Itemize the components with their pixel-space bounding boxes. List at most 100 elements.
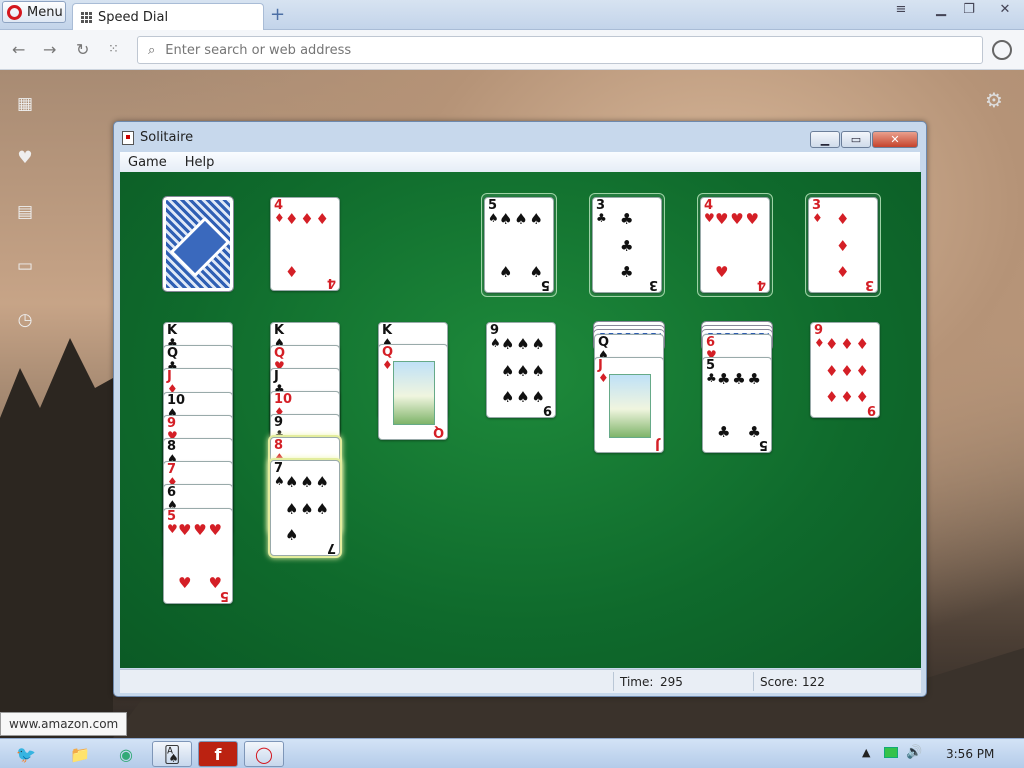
menu-help[interactable]: Help [185, 155, 215, 170]
account-icon[interactable] [992, 40, 1012, 60]
tab-menu-icon[interactable]: ≡ [890, 2, 912, 20]
tab-speed-dial[interactable]: Speed Dial [72, 3, 264, 30]
gear-icon[interactable]: ⚙ [985, 88, 1003, 112]
tableau-card[interactable]: J ♦ J [594, 357, 664, 453]
taskbar: 🐦 📁 ◉ 🂡 f ◯ ▲ 🔊 3:56 PM [0, 738, 1024, 768]
solitaire-minimize-button[interactable]: ▁ [810, 131, 840, 148]
foundation-card[interactable]: 3 ♣ ♣ ♣ ♣ 3 [592, 197, 662, 293]
card-pips: ♦ ♦ ♦ ♦ [285, 210, 329, 281]
card-suit: ♠ [488, 211, 499, 225]
solitaire-maximize-button[interactable]: ▭ [841, 131, 871, 148]
browser-tab-bar: Menu Speed Dial + ≡ ▁ ❐ ✕ [0, 0, 1024, 30]
score-value: 122 [802, 675, 825, 689]
card-rank-bottom: 3 [864, 277, 874, 292]
tray-volume-icon[interactable]: 🔊 [906, 745, 922, 760]
taskbar-solitaire-icon[interactable]: 🂡 [152, 741, 192, 767]
browser-window-controls: ≡ ▁ ❐ ✕ [890, 2, 1016, 20]
sidebar-news-icon[interactable]: ▤ [14, 202, 36, 224]
waste-pile-card[interactable]: 4 ♦ ♦ ♦ ♦ ♦ 4 [270, 197, 340, 291]
tableau-card[interactable]: 7 ♠ ♠ ♠ ♠ ♠ ♠ ♠ ♠ 7 [270, 460, 340, 556]
sidebar-devices-icon[interactable]: ▭ [14, 256, 36, 278]
solitaire-window: Solitaire ▁ ▭ ✕ Game Help 4 ♦ ♦ ♦ ♦ ♦ 4 5 ♠ ♠ ♠ ♠ ♠ ♠… [113, 121, 927, 697]
card-pips: ♠ ♠ ♠ ♠ ♠ ♠ ♠ [285, 473, 329, 544]
tableau-card[interactable]: 9 ♦ ♦ ♦ ♦ ♦ ♦ ♦ ♦ ♦ ♦ 9 [810, 322, 880, 418]
stock-pile[interactable] [162, 196, 234, 292]
solitaire-app-icon [122, 130, 134, 145]
solitaire-window-controls: ▁ ▭ ✕ [810, 131, 918, 148]
card-suit: ♥ [167, 521, 178, 536]
address-bar: ← → ↻ ⁙ ⌕ [0, 30, 1024, 70]
menu-game[interactable]: Game [128, 155, 167, 170]
foundation-card[interactable]: 4 ♥ ♥ ♥ ♥ ♥ 4 [700, 197, 770, 293]
tableau-card[interactable]: 9 ♠ ♠ ♠ ♠ ♠ ♠ ♠ ♠ ♠ ♠ 9 [486, 322, 556, 418]
card-rank-bottom: 5 [540, 277, 550, 292]
taskbar-clock: 3:56 PM [946, 747, 995, 761]
game-table[interactable]: 4 ♦ ♦ ♦ ♦ ♦ 4 5 ♠ ♠ ♠ ♠ ♠ ♠ 5 3 ♣ ♣ ♣ ♣ 3 4 ♥ ♥ ♥ ♥ ♥ 4 3 ♦ ♦ ♦ ♦ 3 K ♣ Q ♣ J ♦… [120, 172, 921, 668]
card-suit: ♦ [814, 336, 825, 350]
card-suit: ♦ [382, 358, 393, 372]
maximize-icon[interactable]: ❐ [958, 2, 980, 20]
foundation-card[interactable]: 3 ♦ ♦ ♦ ♦ 3 [808, 197, 878, 293]
card-rank: 10 [167, 392, 186, 408]
score-label: Score: [760, 675, 798, 689]
card-rank-bottom: J [655, 437, 660, 452]
card-rank-bottom: 7 [326, 540, 336, 555]
tableau-card[interactable]: 5 ♥ ♥ ♥ ♥ ♥ ♥ 5 [163, 507, 233, 604]
sidebar-speed-dial-icon[interactable]: ▦ [14, 94, 36, 116]
card-rank-bottom: 5 [758, 437, 768, 452]
status-bar: Time: 295 Score: 122 [120, 669, 921, 693]
sidebar-stash-icon[interactable]: ♥ [14, 148, 36, 170]
back-icon[interactable]: ← [12, 40, 25, 59]
reload-icon[interactable]: ↻ [76, 40, 89, 59]
card-rank-bottom: 4 [756, 277, 766, 292]
card-rank: 5 [167, 508, 177, 524]
card-pips: ♣ ♣ ♣ ♣ ♣ [717, 370, 761, 441]
speed-dial-grid-icon[interactable]: ⁙ [108, 42, 119, 57]
window-title: Solitaire [122, 130, 193, 145]
card-suit: ♠ [274, 474, 285, 488]
card-rank-bottom: Q [432, 424, 444, 439]
browser-menu-button[interactable]: Menu [2, 1, 66, 23]
tray-up-icon[interactable]: ▲ [862, 746, 870, 759]
link-status-url: www.amazon.com [0, 712, 128, 736]
card-rank-bottom: 9 [542, 402, 552, 417]
start-bird-icon[interactable]: 🐦 [4, 741, 48, 767]
card-pips: ♥ ♥ ♥ ♥ [715, 210, 759, 281]
close-icon[interactable]: ✕ [994, 2, 1016, 20]
card-rank-bottom: 3 [648, 277, 658, 292]
card-pips: ♠ ♠ ♠ ♠ ♠ [499, 210, 543, 281]
speed-dial-icon [81, 11, 92, 23]
sidebar-history-icon[interactable]: ◷ [14, 310, 36, 332]
search-input[interactable] [165, 42, 946, 58]
card-pips: ♣ ♣ ♣ [620, 210, 634, 281]
foundation-card[interactable]: 5 ♠ ♠ ♠ ♠ ♠ ♠ 5 [484, 197, 554, 293]
chrome-icon[interactable]: ◉ [106, 741, 146, 767]
card-suit: ♦ [274, 211, 285, 225]
card-rank: 9 [167, 415, 177, 431]
card-suit: ♦ [598, 371, 609, 385]
card-rank-bottom: 4 [326, 275, 336, 290]
card-suit: ♣ [706, 371, 717, 385]
solitaire-menu-bar: Game Help [120, 152, 920, 172]
card-suit: ♥ [704, 211, 715, 225]
forward-icon[interactable]: → [43, 40, 56, 59]
card-suit: ♠ [490, 336, 501, 350]
tableau-card[interactable]: Q ♦ Q [378, 344, 448, 440]
opera-taskbar-icon[interactable]: ◯ [244, 741, 284, 767]
tableau-card[interactable]: 5 ♣ ♣ ♣ ♣ ♣ ♣ 5 [702, 357, 772, 453]
face-card-art [609, 374, 651, 438]
time-value: 295 [660, 675, 683, 689]
card-suit: ♣ [596, 211, 607, 225]
face-card-art [393, 361, 435, 425]
minimize-icon[interactable]: ▁ [930, 2, 952, 20]
explorer-icon[interactable]: 📁 [60, 741, 100, 767]
tab-title: Speed Dial [98, 9, 169, 25]
tray-network-icon[interactable] [884, 747, 898, 758]
omnibox[interactable]: ⌕ [137, 36, 983, 64]
flash-icon[interactable]: f [198, 741, 238, 767]
new-tab-icon[interactable]: + [270, 4, 285, 25]
card-suit: ♦ [812, 211, 823, 225]
search-icon: ⌕ [148, 42, 156, 58]
solitaire-close-button[interactable]: ✕ [872, 131, 918, 148]
menu-label: Menu [27, 4, 63, 20]
